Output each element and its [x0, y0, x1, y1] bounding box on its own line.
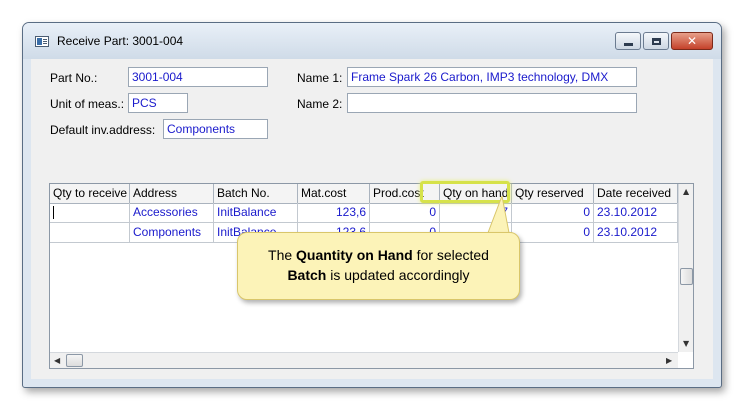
unit-label: Unit of meas.: [50, 97, 125, 111]
header-date-received[interactable]: Date received [594, 184, 678, 203]
grid-header: Qty to receive Address Batch No. Mat.cos… [50, 184, 678, 204]
table-row[interactable]: Accessories InitBalance 123,6 0 7 0 23.1… [50, 203, 678, 223]
header-qty-reserved[interactable]: Qty reserved [512, 184, 594, 203]
part-no-label: Part No.: [50, 71, 98, 85]
mat-cost-cell[interactable]: 123,6 [298, 203, 370, 223]
prod-cost-cell[interactable]: 0 [370, 203, 440, 223]
unit-field[interactable]: PCS [128, 93, 188, 113]
default-inv-label: Default inv.address: [50, 123, 156, 137]
header-address[interactable]: Address [130, 184, 214, 203]
name1-label: Name 1: [297, 71, 343, 85]
horizontal-scrollbar[interactable]: ◀ ▶ [50, 352, 678, 368]
title-bar[interactable]: Receive Part: 3001-004 ✕ [23, 23, 721, 59]
window-title: Receive Part: 3001-004 [57, 34, 184, 48]
minimize-icon [623, 42, 633, 46]
scroll-right-icon[interactable]: ▶ [666, 357, 672, 365]
receive-part-window: Receive Part: 3001-004 ✕ Part No.: 3001-… [22, 22, 722, 388]
name2-field[interactable] [347, 93, 637, 113]
qty-to-receive-cell[interactable] [50, 203, 130, 223]
callout-text: The [268, 247, 297, 263]
horizontal-scroll-thumb[interactable] [66, 354, 83, 367]
qty-to-receive-cell[interactable] [50, 223, 130, 243]
close-button[interactable]: ✕ [671, 32, 713, 50]
minimize-button[interactable] [615, 32, 641, 50]
window-form-icon [35, 36, 49, 47]
vertical-scrollbar[interactable]: ▲ ▼ [678, 184, 693, 352]
vertical-scroll-thumb[interactable] [680, 268, 693, 285]
callout-text: for selected [412, 247, 489, 263]
scroll-up-icon[interactable]: ▲ [683, 188, 689, 196]
scroll-left-icon[interactable]: ◀ [54, 357, 60, 365]
header-qty-to-receive[interactable]: Qty to receive [50, 184, 130, 203]
maximize-icon [651, 37, 661, 45]
header-batch-no[interactable]: Batch No. [214, 184, 298, 203]
annotation-callout: The Quantity on Hand for selected Batch … [237, 232, 520, 300]
default-inv-field[interactable]: Components [163, 119, 268, 139]
callout-bold-quantity: Quantity on Hand [296, 247, 413, 263]
text-caret [53, 206, 54, 220]
close-icon: ✕ [686, 34, 698, 48]
name1-field[interactable]: Frame Spark 26 Carbon, IMP3 technology, … [347, 67, 637, 87]
part-no-field[interactable]: 3001-004 [128, 67, 268, 87]
date-received-cell[interactable]: 23.10.2012 [594, 203, 678, 223]
callout-bold-batch: Batch [287, 267, 327, 283]
date-received-cell[interactable]: 23.10.2012 [594, 223, 678, 243]
qty-reserved-cell[interactable]: 0 [512, 203, 594, 223]
address-cell[interactable]: Accessories [130, 203, 214, 223]
name2-label: Name 2: [297, 97, 343, 111]
maximize-button[interactable] [643, 32, 669, 50]
address-cell[interactable]: Components [130, 223, 214, 243]
form-area: Part No.: 3001-004 Unit of meas.: PCS De… [31, 59, 713, 379]
scroll-down-icon[interactable]: ▼ [683, 340, 689, 348]
header-mat-cost[interactable]: Mat.cost [298, 184, 370, 203]
batch-no-cell[interactable]: InitBalance [214, 203, 298, 223]
callout-text: is updated accordingly [326, 267, 470, 283]
qty-reserved-cell[interactable]: 0 [512, 223, 594, 243]
